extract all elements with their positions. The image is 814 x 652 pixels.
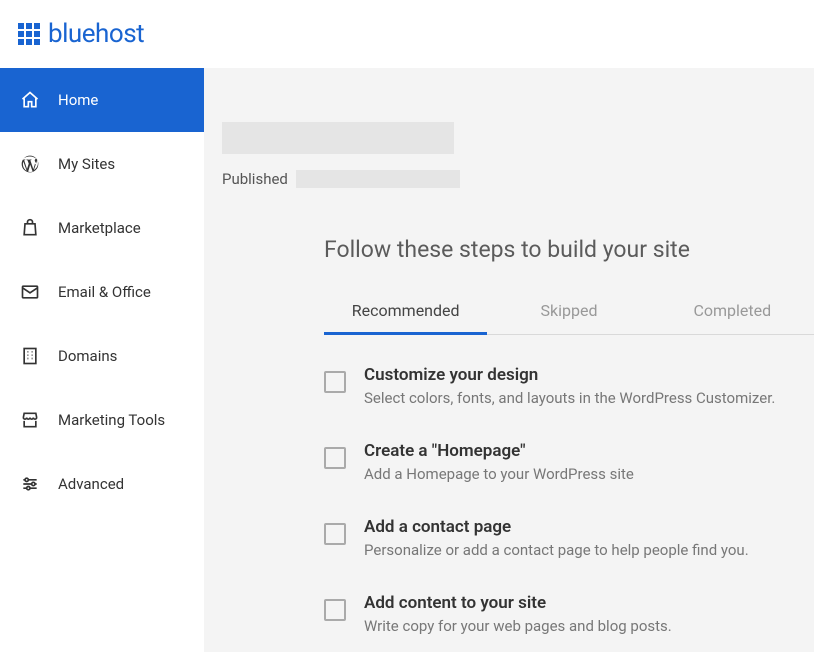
sliders-icon: [20, 474, 40, 494]
steps-list: Customize your design Select colors, fon…: [324, 335, 814, 635]
steps-section: Follow these steps to build your site Re…: [204, 236, 814, 635]
step-title: Add content to your site: [364, 593, 672, 613]
storefront-icon: [20, 410, 40, 430]
step-checkbox[interactable]: [324, 599, 346, 621]
site-title-placeholder: [222, 122, 454, 154]
tab-label: Completed: [693, 301, 771, 320]
tab-recommended[interactable]: Recommended: [324, 289, 487, 334]
published-row: Published: [222, 170, 814, 188]
sidebar-item-label: Domains: [58, 347, 117, 365]
step-item-create-homepage: Create a "Homepage" Add a Homepage to yo…: [324, 441, 814, 483]
site-info: Published: [204, 122, 814, 188]
main-content: Published Follow these steps to build yo…: [204, 68, 814, 652]
step-desc: Personalize or add a contact page to hel…: [364, 541, 749, 559]
step-item-add-content: Add content to your site Write copy for …: [324, 593, 814, 635]
sidebar-item-label: Home: [58, 91, 98, 109]
building-icon: [20, 346, 40, 366]
tab-completed[interactable]: Completed: [651, 289, 814, 334]
header: bluehost: [0, 0, 814, 68]
step-title: Create a "Homepage": [364, 441, 634, 461]
tab-skipped[interactable]: Skipped: [487, 289, 650, 334]
sidebar-item-label: Marketplace: [58, 219, 141, 237]
step-desc: Select colors, fonts, and layouts in the…: [364, 389, 775, 407]
sidebar-item-home[interactable]: Home: [0, 68, 204, 132]
sidebar-item-label: Advanced: [58, 475, 124, 493]
logo[interactable]: bluehost: [18, 19, 144, 49]
tabs: Recommended Skipped Completed: [324, 289, 814, 335]
sidebar-item-my-sites[interactable]: My Sites: [0, 132, 204, 196]
step-item-contact-page: Add a contact page Personalize or add a …: [324, 517, 814, 559]
sidebar: Home My Sites Marketplace: [0, 68, 204, 652]
sidebar-item-label: Marketing Tools: [58, 411, 165, 429]
published-label: Published: [222, 170, 288, 188]
step-title: Add a contact page: [364, 517, 749, 537]
sidebar-item-label: Email & Office: [58, 283, 151, 301]
sidebar-item-marketing-tools[interactable]: Marketing Tools: [0, 388, 204, 452]
logo-grid-icon: [18, 23, 40, 45]
sidebar-item-email-office[interactable]: Email & Office: [0, 260, 204, 324]
step-title: Customize your design: [364, 365, 775, 385]
step-checkbox[interactable]: [324, 447, 346, 469]
mail-icon: [20, 282, 40, 302]
step-checkbox[interactable]: [324, 523, 346, 545]
home-icon: [20, 90, 40, 110]
sidebar-item-domains[interactable]: Domains: [0, 324, 204, 388]
brand-name: bluehost: [48, 19, 144, 49]
bag-icon: [20, 218, 40, 238]
published-value-placeholder: [296, 170, 460, 188]
sidebar-item-marketplace[interactable]: Marketplace: [0, 196, 204, 260]
sidebar-item-label: My Sites: [58, 155, 115, 173]
steps-title: Follow these steps to build your site: [324, 236, 814, 263]
sidebar-item-advanced[interactable]: Advanced: [0, 452, 204, 516]
step-item-customize-design: Customize your design Select colors, fon…: [324, 365, 814, 407]
step-desc: Write copy for your web pages and blog p…: [364, 617, 672, 635]
wordpress-icon: [20, 154, 40, 174]
step-checkbox[interactable]: [324, 371, 346, 393]
step-desc: Add a Homepage to your WordPress site: [364, 465, 634, 483]
tab-label: Recommended: [352, 301, 460, 320]
tab-label: Skipped: [541, 301, 598, 320]
